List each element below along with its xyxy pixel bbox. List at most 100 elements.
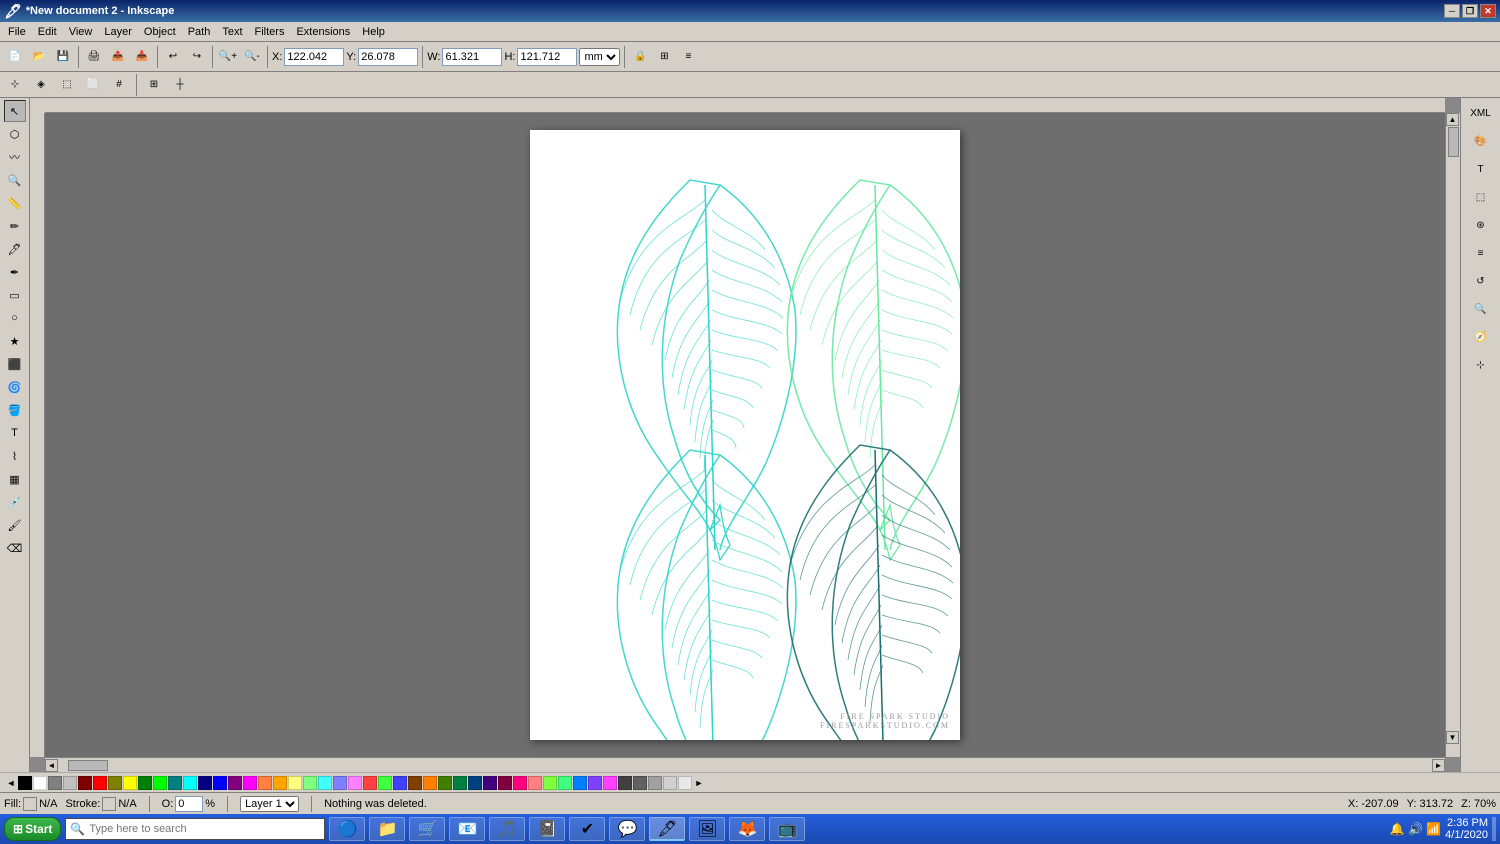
taskbar-music[interactable]: 🎵 <box>489 817 525 841</box>
scroll-right[interactable]: ▲ ▼ <box>1445 113 1460 757</box>
clock[interactable]: 2:36 PM 4/1/2020 <box>1445 817 1488 841</box>
menu-file[interactable]: File <box>2 24 32 40</box>
palette-swatch[interactable] <box>573 776 587 790</box>
align-button[interactable]: ≡ <box>677 46 699 68</box>
y-input[interactable] <box>358 48 418 66</box>
taskbar-teams[interactable]: 💬 <box>609 817 645 841</box>
save-button[interactable]: 💾 <box>52 46 74 68</box>
export-button[interactable]: 📤 <box>107 46 129 68</box>
scroll-thumb-vertical[interactable] <box>1448 127 1459 157</box>
fill-stroke-button[interactable]: 🎨 <box>1468 128 1494 154</box>
palette-swatch[interactable] <box>333 776 347 790</box>
snap-nodes-button[interactable]: ◈ <box>30 74 52 96</box>
pen-tool[interactable]: 🖊 <box>4 238 26 260</box>
palette-swatch[interactable] <box>393 776 407 790</box>
palette-swatch[interactable] <box>513 776 527 790</box>
connector-tool[interactable]: ⌇ <box>4 445 26 467</box>
opacity-input[interactable] <box>175 796 203 812</box>
palette-swatch[interactable] <box>663 776 677 790</box>
palette-swatch[interactable] <box>228 776 242 790</box>
taskbar-files[interactable]: 📁 <box>369 817 405 841</box>
palette-swatch[interactable] <box>423 776 437 790</box>
palette-swatch[interactable] <box>558 776 572 790</box>
taskbar-onenote[interactable]: 📓 <box>529 817 565 841</box>
3d-box-tool[interactable]: ⬛ <box>4 353 26 375</box>
palette-swatch[interactable] <box>528 776 542 790</box>
close-button[interactable]: ✕ <box>1480 4 1496 18</box>
gradient-tool[interactable]: ▦ <box>4 468 26 490</box>
zoom-tool[interactable]: 🔍 <box>4 169 26 191</box>
minimize-button[interactable]: ─ <box>1444 4 1460 18</box>
menu-filters[interactable]: Filters <box>249 24 291 40</box>
taskbar-cortana[interactable]: 🔵 <box>329 817 365 841</box>
palette-swatch[interactable] <box>678 776 692 790</box>
palette-swatch[interactable] <box>213 776 227 790</box>
taskbar-browser[interactable]: 🦊 <box>729 817 765 841</box>
menu-extensions[interactable]: Extensions <box>290 24 356 40</box>
search-box[interactable]: 🔍 <box>65 818 325 840</box>
show-grid-button[interactable]: ⊞ <box>143 74 165 96</box>
scroll-down-button[interactable]: ▼ <box>1446 731 1459 744</box>
palette-swatch[interactable] <box>63 776 77 790</box>
palette-swatch[interactable] <box>288 776 302 790</box>
snap-page-button[interactable]: ⬜ <box>82 74 104 96</box>
taskbar-mail[interactable]: 📧 <box>449 817 485 841</box>
palette-swatch[interactable] <box>258 776 272 790</box>
transform-panel-button[interactable]: ↺ <box>1468 268 1494 294</box>
palette-swatch[interactable] <box>408 776 422 790</box>
taskbar-store[interactable]: 🛒 <box>409 817 445 841</box>
lock-ratio-button[interactable]: 🔒 <box>629 46 651 68</box>
menu-text[interactable]: Text <box>216 24 248 40</box>
select-tool[interactable]: ↖ <box>4 100 26 122</box>
palette-swatch[interactable] <box>633 776 647 790</box>
palette-swatch[interactable] <box>468 776 482 790</box>
fill-color-box[interactable] <box>23 797 37 811</box>
menu-edit[interactable]: Edit <box>32 24 63 40</box>
transform-button[interactable]: ⊞ <box>653 46 675 68</box>
dropper-tool[interactable]: 💉 <box>4 491 26 513</box>
palette-swatch[interactable] <box>453 776 467 790</box>
ellipse-tool[interactable]: ○ <box>4 307 26 329</box>
show-desktop-button[interactable] <box>1492 817 1496 841</box>
tweak-tool[interactable]: 〰 <box>4 146 26 168</box>
palette-swatch[interactable] <box>543 776 557 790</box>
text-tool[interactable]: T <box>4 422 26 444</box>
stroke-color-box[interactable] <box>102 797 116 811</box>
menu-layer[interactable]: Layer <box>98 24 138 40</box>
new-button[interactable]: 📄 <box>4 46 26 68</box>
undo-button[interactable]: ↩ <box>162 46 184 68</box>
scroll-up-button[interactable]: ▲ <box>1446 113 1459 126</box>
paint-bucket-tool[interactable]: 🪣 <box>4 399 26 421</box>
node-tool[interactable]: ⬡ <box>4 123 26 145</box>
xml-editor-button[interactable]: XML <box>1468 100 1494 126</box>
palette-swatch[interactable] <box>438 776 452 790</box>
menu-help[interactable]: Help <box>356 24 391 40</box>
x-input[interactable] <box>284 48 344 66</box>
palette-swatch[interactable] <box>153 776 167 790</box>
symbols-button[interactable]: ⊛ <box>1468 212 1494 238</box>
snap-panel-button[interactable]: ⊹ <box>1468 352 1494 378</box>
menu-view[interactable]: View <box>63 24 99 40</box>
snap-button[interactable]: ⊹ <box>4 74 26 96</box>
taskbar-inkscape-active[interactable]: 🖋 <box>649 817 685 841</box>
print-button[interactable]: 🖨 <box>83 46 105 68</box>
palette-swatch[interactable] <box>108 776 122 790</box>
palette-right-arrow[interactable]: ► <box>692 776 706 790</box>
restore-button[interactable]: ❐ <box>1462 4 1478 18</box>
import-button[interactable]: 📥 <box>131 46 153 68</box>
palette-swatch[interactable] <box>183 776 197 790</box>
palette-swatch[interactable] <box>138 776 152 790</box>
palette-swatch[interactable] <box>168 776 182 790</box>
pencil-tool[interactable]: ✏ <box>4 215 26 237</box>
open-button[interactable]: 📂 <box>28 46 50 68</box>
palette-swatch[interactable] <box>78 776 92 790</box>
text-style-button[interactable]: T <box>1468 156 1494 182</box>
rect-tool[interactable]: ▭ <box>4 284 26 306</box>
palette-swatch[interactable] <box>273 776 287 790</box>
palette-swatch[interactable] <box>498 776 512 790</box>
taskbar-tasks[interactable]: ✔ <box>569 817 605 841</box>
menu-object[interactable]: Object <box>138 24 182 40</box>
redo-button[interactable]: ↪ <box>186 46 208 68</box>
palette-swatch[interactable] <box>18 776 32 790</box>
navigator-button[interactable]: 🧭 <box>1468 324 1494 350</box>
